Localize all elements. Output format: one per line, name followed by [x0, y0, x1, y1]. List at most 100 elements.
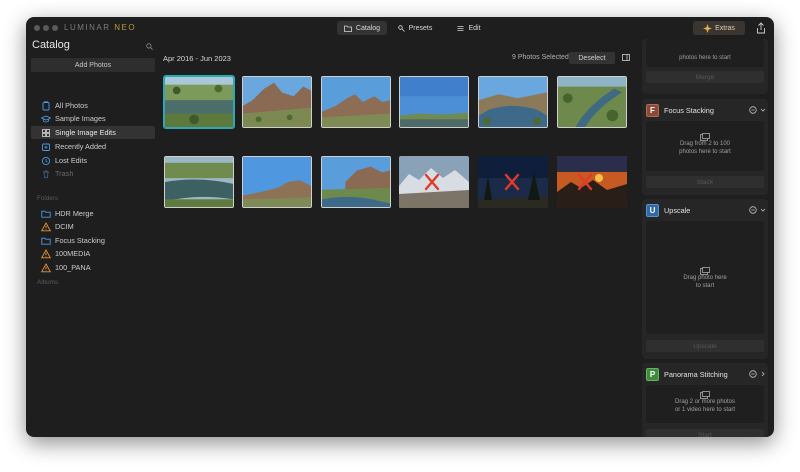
tab-catalog[interactable]: Catalog: [337, 21, 387, 35]
hdr-drop-zone[interactable]: photos here to start: [646, 39, 764, 67]
folder-item-100-pana[interactable]: 100_PANA: [31, 261, 155, 274]
panorama-drop-zone[interactable]: Drag 2 or more photos or 1 video here to…: [646, 385, 764, 423]
remove-icon[interactable]: [749, 206, 757, 214]
drop-zone-text: Drag from 2 to 100: [679, 141, 731, 147]
share-icon[interactable]: [756, 22, 766, 34]
sidebar-item-sample-images[interactable]: Sample Images: [31, 112, 155, 125]
close-window-button[interactable]: [34, 25, 40, 31]
stack-button[interactable]: Stack: [646, 176, 764, 188]
photo-thumbnail-missing[interactable]: [478, 156, 548, 208]
sidebar-item-label: Trash: [55, 169, 74, 178]
warning-icon: [41, 262, 51, 272]
drop-zone-text: Drag 2 or more photos: [674, 399, 736, 405]
focus-stacking-drop-zone[interactable]: Drag from 2 to 100 photos here to start: [646, 121, 764, 171]
tab-presets[interactable]: Presets: [392, 21, 438, 35]
upscale-header[interactable]: U Upscale: [646, 203, 766, 217]
title-bar: LUMINAR NEO Catalog Presets Edit Extras: [26, 17, 774, 39]
chevron-down-icon[interactable]: [760, 207, 766, 213]
folder-item-label: 100MEDIA: [55, 249, 91, 258]
sidebar-item-single-image-edits[interactable]: Single Image Edits: [31, 126, 155, 139]
photo-desert-mountain-2: [322, 77, 390, 127]
sidebar-item-all-photos[interactable]: All Photos: [31, 99, 155, 112]
logo-suffix: NEO: [114, 23, 137, 32]
start-button[interactable]: Start: [646, 429, 764, 437]
chevron-right-icon[interactable]: [760, 371, 766, 377]
drop-zone-text: photos here to start: [679, 148, 731, 155]
drop-photos-icon: [700, 133, 710, 141]
folder-item-focus-stacking[interactable]: Focus Stacking: [31, 234, 155, 247]
folder-icon: [41, 237, 51, 245]
minimize-window-button[interactable]: [43, 25, 49, 31]
photo-sunset-rocks: [557, 156, 627, 208]
toggle-panel-icon[interactable]: [622, 54, 630, 61]
photo-thumbnail[interactable]: [321, 76, 391, 128]
search-icon[interactable]: [146, 43, 153, 50]
merge-button[interactable]: Merge: [646, 71, 764, 83]
folder-item-label: 100_PANA: [55, 263, 91, 272]
folder-item-label: DCIM: [55, 222, 74, 231]
extras-button[interactable]: Extras: [693, 21, 745, 35]
photo-thumbnail[interactable]: [242, 76, 312, 128]
photo-thumbnail[interactable]: [478, 76, 548, 128]
folder-icon: [41, 210, 51, 218]
remove-icon[interactable]: [749, 106, 757, 114]
sidebar-item-trash[interactable]: Trash: [31, 167, 155, 180]
photo-river-overlook: [165, 77, 233, 127]
photo-thumbnail[interactable]: [321, 156, 391, 208]
warning-icon: [41, 221, 51, 231]
add-photos-button[interactable]: Add Photos: [31, 58, 155, 72]
photo-river-aerial: [558, 77, 626, 127]
upscale-badge: U: [646, 203, 659, 217]
photo-thumbnail[interactable]: [557, 76, 627, 128]
recent-icon: [42, 143, 50, 151]
photo-desert-valley: [243, 157, 311, 207]
sidebar-item-recently-added[interactable]: Recently Added: [31, 140, 155, 153]
warning-icon: [41, 248, 51, 258]
sidebar-item-label: All Photos: [55, 101, 88, 110]
photo-thumbnail[interactable]: [242, 156, 312, 208]
photo-grid-area: Apr 2016 - Jun 2023 9 Photos Selected De…: [157, 39, 635, 437]
drop-zone-text: to start: [695, 282, 715, 289]
photo-thumbnail[interactable]: [164, 156, 234, 208]
upscale-button[interactable]: Upscale: [646, 340, 764, 352]
zoom-window-button[interactable]: [52, 25, 58, 31]
panorama-stitching-card: P Panorama Stitching Drag 2 or more phot…: [642, 363, 768, 437]
photo-river-greenery: [165, 157, 233, 207]
remove-icon[interactable]: [749, 370, 757, 378]
panorama-stitching-header[interactable]: P Panorama Stitching: [646, 367, 766, 381]
folder-item-label: HDR Merge: [55, 209, 94, 218]
upscale-drop-zone[interactable]: Drag photo here to start: [646, 221, 764, 334]
presets-icon: [397, 24, 405, 32]
drop-photos-icon: [700, 391, 710, 399]
photo-thumbnail[interactable]: [164, 76, 234, 128]
drop-zone-text: photos here to start: [679, 55, 731, 61]
sidebar-item-label: Sample Images: [55, 114, 106, 123]
sidebar-item-label: Lost Edits: [55, 156, 88, 165]
hdr-merge-card-partial: photos here to start Merge: [642, 39, 768, 94]
sidebar-item-lost-edits[interactable]: Lost Edits: [31, 154, 155, 167]
photo-thumbnail-missing[interactable]: [557, 156, 627, 208]
photo-thumbnail[interactable]: [399, 76, 469, 128]
folder-item-hdr-merge[interactable]: HDR Merge: [31, 207, 155, 220]
sidebar: Catalog Add Photos All Photos Sample Ima…: [26, 39, 157, 437]
tab-presets-label: Presets: [408, 24, 433, 32]
folders-header: Folders: [37, 195, 58, 202]
sidebar-title: Catalog: [32, 39, 70, 51]
upscale-card: U Upscale Drag photo here to start Upsca…: [642, 199, 768, 359]
app-window: LUMINAR NEO Catalog Presets Edit Extras …: [26, 17, 774, 437]
chevron-down-icon[interactable]: [760, 107, 766, 113]
albums-header: Albums: [37, 279, 58, 286]
extras-label: Extras: [715, 24, 735, 32]
app-logo: LUMINAR NEO: [64, 23, 136, 32]
photo-thumbnail-missing[interactable]: [399, 156, 469, 208]
focus-stacking-card: F Focus Stacking Drag from 2 to 100 phot…: [642, 99, 768, 195]
focus-stacking-badge: F: [646, 103, 659, 117]
tab-edit[interactable]: Edit: [444, 21, 494, 35]
folder-item-100media[interactable]: 100MEDIA: [31, 247, 155, 260]
folder-item-dcim[interactable]: DCIM: [31, 220, 155, 233]
deselect-button[interactable]: Deselect: [569, 52, 615, 64]
sliders-icon: [457, 25, 464, 31]
drop-zone-text: or 1 video here to start: [674, 406, 736, 413]
focus-stacking-header[interactable]: F Focus Stacking: [646, 103, 766, 117]
grid-icon: [42, 128, 50, 137]
